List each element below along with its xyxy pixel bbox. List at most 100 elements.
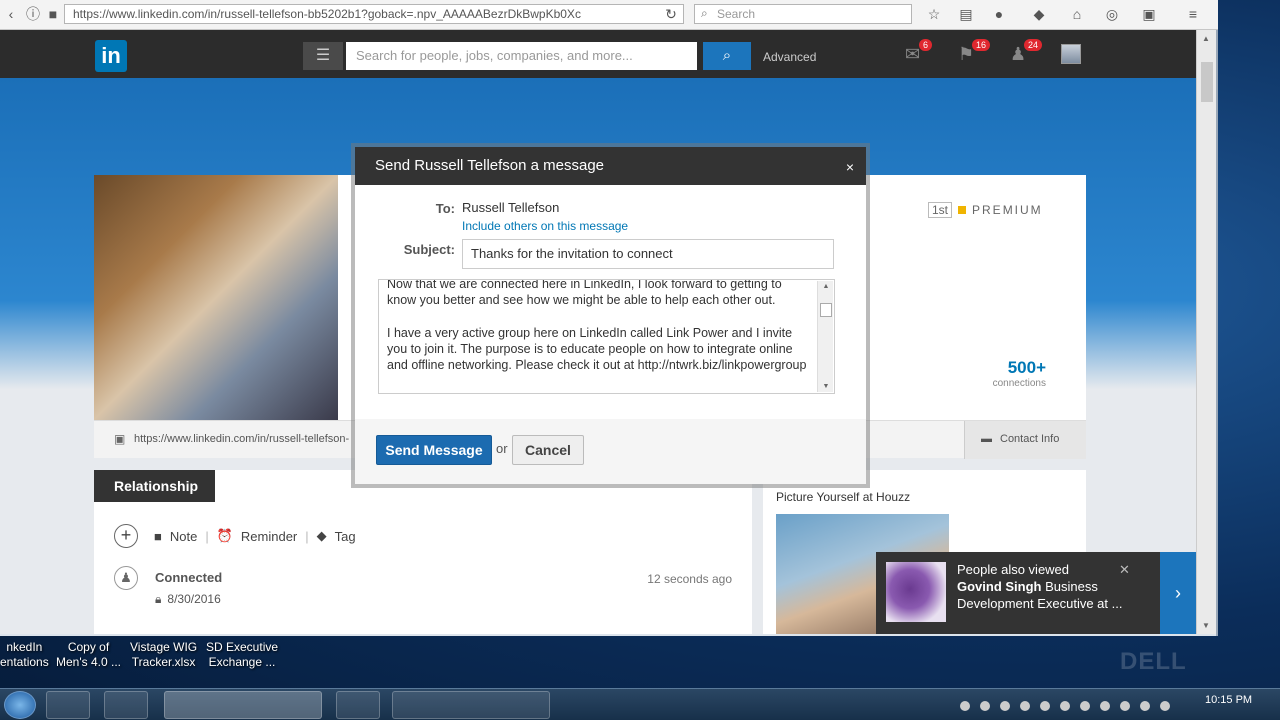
dell-watermark: DELL: [1120, 648, 1187, 675]
library-icon[interactable]: ▤: [957, 5, 975, 23]
subject-field[interactable]: Thanks for the invitation to connect: [462, 239, 834, 269]
close-icon[interactable]: ×: [846, 159, 854, 175]
tag-button[interactable]: Tag: [335, 529, 356, 544]
desktop-icon-label: SD Executive: [206, 640, 279, 654]
send-message-button[interactable]: Send Message: [376, 435, 492, 465]
star-icon[interactable]: ☆: [925, 5, 943, 23]
profile-photo: [94, 175, 338, 420]
lock-icon: 🔒︎: [155, 592, 162, 606]
desktop-icon-linkedin-presentations[interactable]: nkedIn entations: [0, 640, 49, 670]
connected-date: 🔒︎ 8/30/2016: [155, 592, 221, 607]
linkedin-search-input[interactable]: Search for people, jobs, companies, and …: [346, 42, 697, 70]
or-separator: or: [496, 441, 508, 456]
note-button[interactable]: Note: [170, 529, 197, 544]
taskbar: 10:15 PM: [0, 688, 1280, 720]
tray-icon[interactable]: [1120, 701, 1130, 711]
to-label: To:: [435, 201, 455, 216]
add-connections-icon[interactable]: ♟ 24: [1010, 39, 1043, 66]
download-icon[interactable]: ◆: [1030, 5, 1048, 23]
taskbar-explorer-icon[interactable]: [104, 691, 148, 719]
chevron-right-icon[interactable]: ›: [1160, 552, 1196, 634]
add-icon[interactable]: +: [114, 524, 138, 548]
textarea-scrollbar[interactable]: ▲ ▼: [817, 281, 833, 392]
tray-icon[interactable]: [1080, 701, 1090, 711]
avatar[interactable]: [1061, 44, 1081, 64]
close-icon[interactable]: ✕: [1119, 562, 1130, 578]
relationship-tab[interactable]: Relationship: [94, 470, 215, 502]
tray-icon[interactable]: [1160, 701, 1170, 711]
desktop-icon-sd-executive[interactable]: SD Executive Exchange ...: [206, 640, 278, 670]
degree-badge: 1st: [928, 202, 953, 218]
search-button[interactable]: ⌕: [703, 42, 751, 70]
ad-title[interactable]: Picture Yourself at Houzz: [776, 490, 910, 504]
connected-user-icon: ♟: [114, 566, 138, 590]
premium-badge: 1st PREMIUM: [928, 202, 1043, 218]
contact-info-label: Contact Info: [1000, 433, 1060, 445]
page-scroll-thumb[interactable]: [1201, 62, 1213, 102]
tray-icon[interactable]: [1140, 701, 1150, 711]
screenshot-icon[interactable]: ▣: [1140, 5, 1158, 23]
linkedin-logo[interactable]: in: [95, 40, 127, 72]
taskbar-chrome-icon[interactable]: [336, 691, 380, 719]
cancel-button[interactable]: Cancel: [512, 435, 584, 465]
tray-icon[interactable]: [1000, 701, 1010, 711]
tray-icon[interactable]: [1020, 701, 1030, 711]
reload-icon[interactable]: ↻: [662, 5, 680, 23]
system-clock[interactable]: 10:15 PM: [1205, 694, 1252, 706]
chat-icon[interactable]: ◎: [1103, 5, 1121, 23]
notifications-flag-icon[interactable]: ⚑ 16: [958, 39, 991, 66]
connections-count: 500+: [1007, 358, 1046, 377]
connected-label: Connected: [155, 570, 223, 585]
desktop-icon-vistage-tracker[interactable]: Vistage WIG Tracker.xlsx: [130, 640, 197, 670]
scroll-down-icon[interactable]: ▼: [1202, 621, 1210, 630]
taskbar-snipping-window[interactable]: [392, 691, 550, 719]
tray-icon[interactable]: [980, 701, 990, 711]
recipient-name: Russell Tellefson: [462, 200, 560, 215]
public-profile-url[interactable]: https://www.linkedin.com/in/russell-tell…: [134, 433, 349, 445]
url-bar[interactable]: https://www.linkedin.com/in/russell-tell…: [64, 4, 684, 24]
advanced-search-link[interactable]: Advanced: [763, 50, 816, 64]
start-button[interactable]: [4, 691, 36, 719]
browser-search-input[interactable]: ⌕ Search: [694, 4, 912, 24]
card-icon: ▬: [981, 433, 992, 445]
tray-icon[interactable]: [1040, 701, 1050, 711]
desktop-icon-label: Exchange ...: [208, 655, 276, 669]
desktop-icon-label: entations: [0, 655, 49, 669]
menu-icon[interactable]: ≡: [1184, 5, 1202, 23]
site-icon: ■: [48, 6, 58, 22]
messages-icon[interactable]: ✉ 6: [905, 39, 933, 66]
premium-square-icon: [958, 206, 967, 214]
taskbar-firefox-window[interactable]: [164, 691, 322, 719]
connected-date-value: 8/30/2016: [167, 592, 221, 606]
desktop-icon-mens-copy[interactable]: Copy of Men's 4.0 ...: [56, 640, 121, 670]
note-icon: ■: [154, 528, 162, 544]
back-icon[interactable]: ‹: [2, 5, 20, 23]
page-scrollbar[interactable]: ▲ ▼: [1196, 30, 1216, 634]
scroll-up-icon[interactable]: ▲: [821, 283, 831, 290]
reminder-button[interactable]: Reminder: [241, 529, 297, 544]
message-paragraph: Now that we are connected here in Linked…: [387, 279, 782, 308]
search-menu-icon[interactable]: ☰: [303, 42, 343, 70]
scroll-thumb[interactable]: [820, 303, 832, 317]
tray-icon[interactable]: [960, 701, 970, 711]
tray-icon[interactable]: [1100, 701, 1110, 711]
message-body-textarea[interactable]: Now that we are connected here in Linked…: [378, 279, 835, 394]
taskbar-ie-icon[interactable]: [46, 691, 90, 719]
pocket-icon[interactable]: ●: [990, 5, 1008, 23]
info-icon[interactable]: ⓘ: [24, 5, 42, 23]
contact-info-button[interactable]: ▬ Contact Info: [964, 421, 1086, 459]
tag-icon: ◆: [316, 528, 327, 543]
scroll-down-icon[interactable]: ▼: [821, 383, 831, 390]
person-photo[interactable]: [886, 562, 946, 622]
alarm-icon: ⏰: [216, 528, 233, 543]
include-others-link[interactable]: Include others on this message: [462, 219, 628, 233]
tray-icon[interactable]: [1060, 701, 1070, 711]
home-icon[interactable]: ⌂: [1068, 5, 1086, 23]
desktop-icon-label: Copy of: [67, 640, 110, 654]
scroll-up-icon[interactable]: ▲: [1202, 34, 1210, 43]
messages-badge: 6: [919, 39, 933, 51]
search-icon: ⌕: [701, 6, 708, 20]
toast-person-name[interactable]: Govind Singh: [957, 579, 1042, 594]
desktop-icon-label: Vistage WIG: [130, 640, 198, 654]
toast-text: People also viewed Govind Singh Business…: [957, 561, 1142, 612]
